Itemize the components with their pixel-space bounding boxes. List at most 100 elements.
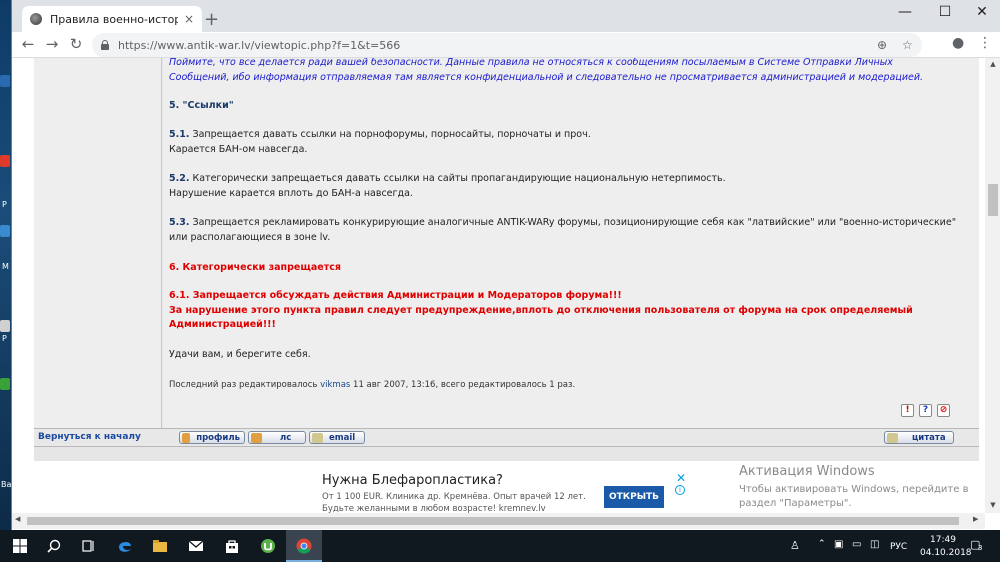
edit-author-link[interactable]: vikmas <box>320 380 350 390</box>
close-window-button[interactable]: ✕ <box>962 4 1000 20</box>
back-to-top-link[interactable]: Вернуться к началу <box>38 432 141 442</box>
edit-note-prefix: Последний раз редактировалось <box>169 380 321 390</box>
intro-text: Поймите, что все делается ради вашей без… <box>169 58 969 85</box>
section-6-heading: 6. Категорически запрещается <box>169 262 341 273</box>
start-windows-icon[interactable] <box>12 538 28 554</box>
post-buttons-row: Вернуться к началу профиль лс email цита… <box>34 429 979 447</box>
clock-date[interactable]: 04.10.2018 <box>920 548 972 558</box>
vertical-scroll-thumb[interactable] <box>988 184 998 216</box>
activation-text: Чтобы активировать Windows, перейдите в … <box>739 484 969 509</box>
vertical-scrollbar[interactable]: ▲ ▼ <box>985 58 1000 513</box>
file-explorer-icon[interactable] <box>152 538 168 554</box>
title-bar: Правила военно-исторического × + — ☐ ✕ <box>12 0 1000 32</box>
site-favicon-icon <box>30 13 42 25</box>
lock-icon[interactable] <box>100 40 110 50</box>
desktop-icon[interactable] <box>0 225 10 237</box>
rule-text: Запрещается давать ссылки на порнофорумы… <box>189 129 591 140</box>
ad-area: Нужна Блефаропластика? От 1 100 EUR. Кли… <box>12 461 985 513</box>
back-button[interactable]: ← <box>18 35 38 53</box>
ad-close-icon[interactable]: ✕ <box>676 471 686 485</box>
intro-line-1: Поймите, что все делается ради вашей без… <box>169 58 893 68</box>
desktop-icon[interactable] <box>0 75 10 87</box>
network-icon[interactable]: ◫ <box>870 539 879 550</box>
tray-overflow-icon[interactable]: ⌃ <box>818 539 826 549</box>
quote-button[interactable]: цитата <box>884 431 954 444</box>
intro-line-2: Сообщений, ибо информация отправляемая т… <box>169 71 924 83</box>
desktop-label: Р <box>2 200 7 209</box>
url-text[interactable]: https://www.antik-war.lv/viewtopic.php?f… <box>118 39 400 52</box>
rule-text: Запрещается рекламировать конкурирующие … <box>189 217 957 228</box>
desktop-label: Ва <box>1 480 12 489</box>
language-indicator[interactable]: РУС <box>890 542 907 552</box>
rule-text-line2: Карается БАН-ом навсегда. <box>169 143 308 155</box>
close-tab-icon[interactable]: × <box>184 12 194 26</box>
email-button[interactable]: email <box>309 431 365 444</box>
scroll-right-arrow-icon[interactable]: ▶ <box>973 515 978 523</box>
quote-icon <box>887 432 898 443</box>
reload-button[interactable]: ↻ <box>66 35 86 53</box>
rule-number: 5.3. <box>169 217 190 228</box>
forward-button[interactable]: → <box>42 35 62 53</box>
profile-button-label: профиль <box>196 432 240 443</box>
task-view-icon[interactable] <box>80 538 96 554</box>
browser-window: Правила военно-исторического × + — ☐ ✕ ←… <box>11 0 1000 530</box>
rule-6-1-line2: За нарушение этого пункта правил следует… <box>169 304 913 316</box>
people-icon[interactable]: ♙ <box>790 539 800 552</box>
horizontal-scrollbar[interactable]: ◀ ▶ <box>12 513 985 529</box>
email-button-label: email <box>329 432 356 443</box>
rule-number: 5.1. <box>169 129 190 140</box>
rule-text: Категорически запрещаеться давать ссылки… <box>189 173 726 184</box>
info-icon[interactable]: ? <box>919 404 932 417</box>
profile-avatar-icon[interactable]: ● <box>952 35 964 51</box>
rule-6-1-line1: 6.1. Запрещается обсуждать действия Адми… <box>169 290 622 301</box>
new-tab-button[interactable]: + <box>204 9 219 30</box>
scroll-up-arrow-icon[interactable]: ▲ <box>985 60 1000 68</box>
post-actions-row: ! ? ⊘ <box>163 398 979 428</box>
tab-active[interactable]: Правила военно-исторического × <box>22 6 202 32</box>
section-5-heading: 5. "Ссылки" <box>169 100 234 111</box>
email-icon <box>312 432 323 443</box>
horizontal-scroll-thumb[interactable] <box>27 517 959 525</box>
mail-icon[interactable] <box>188 538 204 554</box>
browser-toolbar: ← → ↻ https://www.antik-war.lv/viewtopic… <box>12 32 1000 58</box>
report-icon[interactable]: ! <box>901 404 914 417</box>
rule-number: 5.2. <box>169 173 190 184</box>
address-bar[interactable]: https://www.antik-war.lv/viewtopic.php?f… <box>92 33 922 57</box>
pm-button-label: лс <box>280 432 292 443</box>
minimize-button[interactable]: — <box>885 4 925 20</box>
desktop-icon[interactable] <box>0 155 10 167</box>
rule-5-3: 5.3. Запрещается рекламировать конкуриру… <box>169 216 969 245</box>
browser-menu-icon[interactable]: ⋮ <box>978 35 992 51</box>
pm-button[interactable]: лс <box>248 431 306 444</box>
maximize-button[interactable]: ☐ <box>925 4 965 20</box>
edge-browser-icon[interactable] <box>117 538 133 554</box>
search-icon[interactable] <box>46 538 62 554</box>
ad-title[interactable]: Нужна Блефаропластика? <box>322 473 503 488</box>
ad-open-button[interactable]: ОТКРЫТЬ <box>604 486 664 508</box>
app-tray-icon[interactable]: ▣ <box>834 539 843 550</box>
tab-title: Правила военно-исторического <box>50 12 178 26</box>
store-icon[interactable] <box>224 538 240 554</box>
desktop-icon[interactable] <box>0 320 10 332</box>
ad-line-1: От 1 100 EUR. Клиника др. Кремнёва. Опыт… <box>322 492 586 502</box>
bookmark-star-icon[interactable]: ☆ <box>902 38 913 52</box>
scroll-left-arrow-icon[interactable]: ◀ <box>15 515 20 523</box>
notification-count: 3 <box>978 544 983 552</box>
warn-icon[interactable]: ⊘ <box>937 404 950 417</box>
activation-title: Активация Windows <box>739 464 875 479</box>
edit-note: Последний раз редактировалось vikmas 11 … <box>169 378 969 393</box>
chrome-icon <box>296 538 312 554</box>
clock-time[interactable]: 17:49 <box>930 535 956 545</box>
scroll-down-arrow-icon[interactable]: ▼ <box>985 501 1000 509</box>
battery-icon[interactable]: ▭ <box>852 539 861 550</box>
desktop-icon[interactable] <box>0 378 10 390</box>
zoom-icon[interactable]: ⊕ <box>877 38 887 52</box>
utorrent-icon[interactable] <box>260 538 276 554</box>
rule-6-1: 6.1. Запрещается обсуждать действия Адми… <box>169 289 969 333</box>
desktop-label: Р <box>2 334 7 343</box>
chrome-taskbar-button[interactable] <box>286 530 322 562</box>
rule-text-line2: или располагающиеся в зоне lv. <box>169 231 331 243</box>
profile-button[interactable]: профиль <box>179 431 245 444</box>
ad-info-icon[interactable]: i <box>675 485 685 495</box>
screen: Р М Р Ва Правила военно-исторического × … <box>0 0 1000 562</box>
